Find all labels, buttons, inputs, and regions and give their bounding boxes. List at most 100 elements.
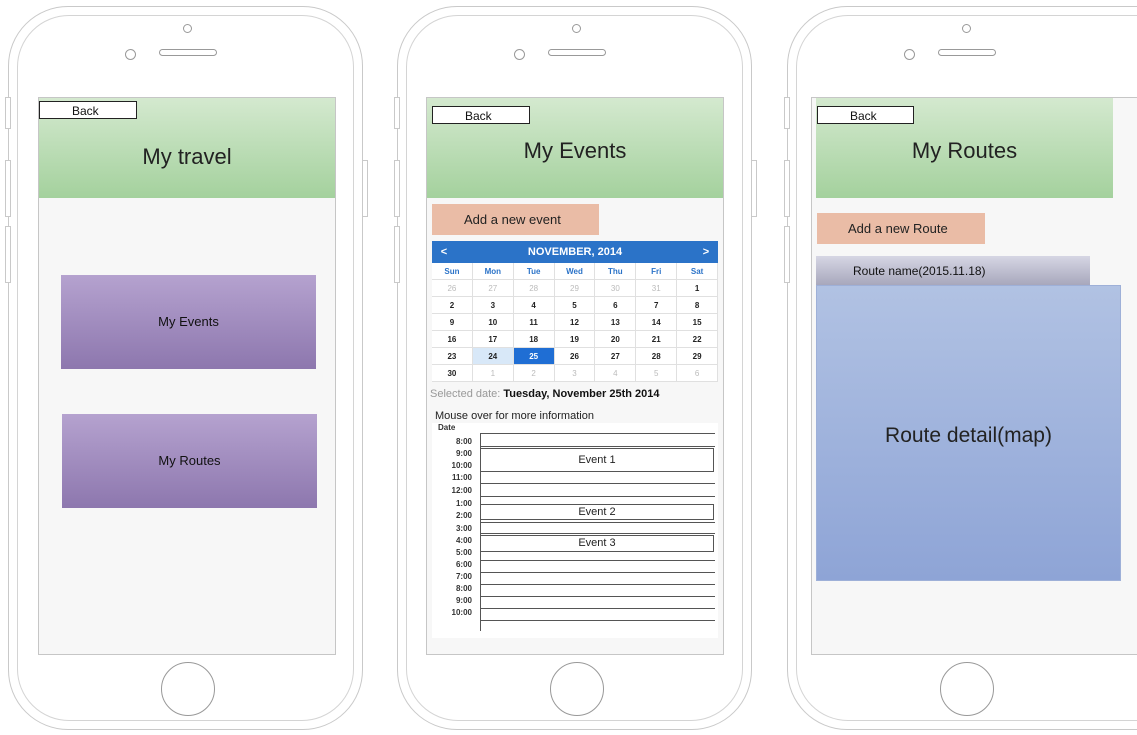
side-button [394, 226, 400, 283]
calendar-week: 2 3 4 5 6 7 8 [432, 297, 719, 314]
time-label: 1:00 [455, 499, 472, 508]
event-block[interactable]: Event 1 [480, 448, 714, 472]
calendar-day[interactable]: 4 [513, 297, 555, 314]
calendar-day[interactable]: 8 [677, 297, 719, 314]
calendar-day[interactable]: 5 [554, 297, 596, 314]
schedule-divider [480, 560, 715, 561]
calendar-day[interactable]: 9 [432, 314, 473, 331]
calendar-day[interactable]: 21 [636, 331, 678, 348]
schedule-divider [480, 596, 715, 597]
back-button[interactable]: Back [432, 106, 530, 124]
calendar-day[interactable]: 1 [677, 280, 719, 297]
side-button [784, 160, 790, 217]
weekday-label: Sun [432, 263, 473, 280]
page-title: My travel [142, 144, 232, 169]
schedule-divider [480, 433, 715, 434]
page-title: My Routes [911, 138, 1018, 163]
weekday-label: Tue [513, 263, 555, 280]
calendar-day[interactable]: 6 [595, 297, 637, 314]
home-button[interactable] [550, 662, 604, 716]
calendar-day[interactable]: 1 [472, 365, 514, 382]
calendar-day[interactable]: 30 [432, 365, 473, 382]
side-button [784, 97, 790, 129]
schedule-divider [480, 496, 715, 497]
calendar-day[interactable]: 11 [513, 314, 555, 331]
home-button[interactable] [940, 662, 994, 716]
calendar-day[interactable]: 12 [554, 314, 596, 331]
weekday-label: Wed [554, 263, 596, 280]
calendar-day[interactable]: 2 [432, 297, 473, 314]
calendar-week: 16 17 18 19 20 21 22 [432, 331, 719, 348]
calendar-day[interactable]: 29 [677, 348, 719, 365]
calendar-day[interactable]: 3 [472, 297, 514, 314]
calendar-day[interactable]: 23 [432, 348, 473, 365]
my-events-button[interactable]: My Events [61, 275, 316, 369]
back-button[interactable]: Back [39, 101, 137, 119]
phone-frame-travel: My travel Back My Events My Routes [8, 6, 363, 730]
add-route-button[interactable]: Add a new Route [817, 213, 985, 244]
screen-routes: My Routes Back Add a new Route Route nam… [811, 97, 1137, 655]
side-button [394, 160, 400, 217]
calendar-day[interactable]: 3 [554, 365, 596, 382]
calendar-day[interactable]: 26 [554, 348, 596, 365]
calendar-day[interactable]: 4 [595, 365, 637, 382]
calendar-day[interactable]: 6 [677, 365, 719, 382]
route-map[interactable]: Route detail(map) [816, 285, 1121, 581]
calendar-day[interactable]: 16 [432, 331, 473, 348]
side-button [5, 226, 11, 283]
route-list-item[interactable]: Route name(2015.11.18) [816, 256, 1090, 286]
calendar-day[interactable]: 26 [432, 280, 473, 297]
calendar-day-selected[interactable]: 25 [513, 348, 555, 365]
add-event-button[interactable]: Add a new event [432, 204, 599, 235]
next-month-button[interactable]: > [696, 241, 716, 263]
calendar-day[interactable]: 10 [472, 314, 514, 331]
schedule-divider [480, 620, 715, 621]
calendar-day[interactable]: 18 [513, 331, 555, 348]
calendar-day[interactable]: 19 [554, 331, 596, 348]
schedule-divider [480, 446, 715, 447]
calendar-day[interactable]: 20 [595, 331, 637, 348]
calendar-day-today[interactable]: 24 [472, 348, 514, 365]
calendar-day[interactable]: 27 [595, 348, 637, 365]
my-routes-button[interactable]: My Routes [62, 414, 317, 508]
calendar-day[interactable]: 27 [472, 280, 514, 297]
time-label: 6:00 [455, 560, 472, 569]
time-label: 5:00 [455, 548, 472, 557]
phone-frame-events: My Events Back Add a new event < NOVEMBE… [397, 6, 752, 730]
calendar-day[interactable]: 14 [636, 314, 678, 331]
calendar-day[interactable]: 17 [472, 331, 514, 348]
home-button[interactable] [161, 662, 215, 716]
calendar-day[interactable]: 13 [595, 314, 637, 331]
calendar-day[interactable]: 5 [636, 365, 678, 382]
back-button[interactable]: Back [817, 106, 914, 124]
time-label: 9:00 [455, 596, 472, 605]
calendar-day[interactable]: 30 [595, 280, 637, 297]
calendar-day[interactable]: 7 [636, 297, 678, 314]
calendar-week: 9 10 11 12 13 14 15 [432, 314, 719, 331]
calendar-day[interactable]: 31 [636, 280, 678, 297]
calendar-day[interactable]: 2 [513, 365, 555, 382]
time-label: 3:00 [455, 524, 472, 533]
phone-frame-routes: My Routes Back Add a new Route Route nam… [787, 6, 1137, 730]
time-label: 9:00 [455, 449, 472, 458]
event-block[interactable]: Event 2 [480, 504, 714, 520]
calendar-day[interactable]: 28 [513, 280, 555, 297]
event-block[interactable]: Event 3 [480, 535, 714, 552]
selected-date-label: Selected date: [430, 388, 504, 400]
top-sensor-icon [183, 24, 192, 33]
prev-month-button[interactable]: < [434, 241, 454, 263]
time-label: 8:00 [455, 437, 472, 446]
screen-events: My Events Back Add a new event < NOVEMBE… [426, 97, 724, 655]
weekday-label: Sat [677, 263, 719, 280]
page-title: My Events [523, 138, 627, 163]
calendar-day[interactable]: 28 [636, 348, 678, 365]
side-button [784, 226, 790, 283]
schedule-divider [480, 522, 715, 523]
calendar-day[interactable]: 22 [677, 331, 719, 348]
weekday-label: Thu [595, 263, 637, 280]
speaker-icon [159, 49, 217, 56]
map-label: Route detail(map) [885, 424, 1052, 447]
time-label: 4:00 [455, 536, 472, 545]
calendar-day[interactable]: 15 [677, 314, 719, 331]
calendar-day[interactable]: 29 [554, 280, 596, 297]
